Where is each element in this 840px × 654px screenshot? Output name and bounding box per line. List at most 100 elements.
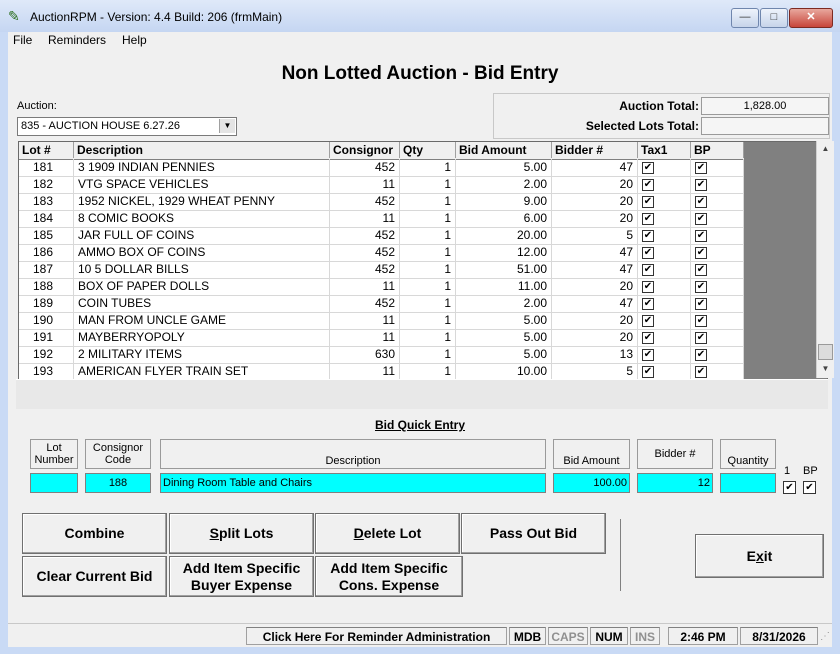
cell-bidder[interactable]: 20 <box>552 210 638 227</box>
cell-qty[interactable]: 1 <box>400 363 456 380</box>
cell-qty[interactable]: 1 <box>400 346 456 363</box>
cell-bid[interactable]: 2.00 <box>456 295 552 312</box>
resize-grip-icon[interactable]: ⋰ <box>820 631 830 642</box>
table-row[interactable]: 181 3 1909 INDIAN PENNIES 452 1 5.00 47 ✔ ✔ <box>19 159 744 177</box>
auction-select[interactable]: 835 - AUCTION HOUSE 6.27.26 ▼ <box>17 117 237 136</box>
cell-bid[interactable]: 5.00 <box>456 159 552 176</box>
consignor-code-field[interactable]: 188 <box>85 473 151 493</box>
bp-checkbox[interactable]: ✔ <box>695 349 707 361</box>
description-field[interactable]: Dining Room Table and Chairs <box>160 473 546 493</box>
col-lot[interactable]: Lot # <box>19 142 74 158</box>
cell-lot[interactable]: 184 <box>19 210 74 227</box>
col-bid-amount[interactable]: Bid Amount <box>456 142 552 158</box>
cell-consignor[interactable]: 452 <box>330 159 400 176</box>
cell-desc[interactable]: 8 COMIC BOOKS <box>74 210 330 227</box>
add-cons-expense-button[interactable]: Add Item Specific Cons. Expense <box>315 556 463 597</box>
bp-checkbox[interactable]: ✔ <box>695 162 707 174</box>
cell-desc[interactable]: AMERICAN FLYER TRAIN SET <box>74 363 330 380</box>
cell-consignor[interactable]: 11 <box>330 312 400 329</box>
bp-checkbox[interactable]: ✔ <box>695 332 707 344</box>
cell-bidder[interactable]: 13 <box>552 346 638 363</box>
cell-bid[interactable]: 5.00 <box>456 312 552 329</box>
cell-bid[interactable]: 11.00 <box>456 278 552 295</box>
menu-help[interactable]: Help <box>122 33 147 47</box>
cell-consignor[interactable]: 11 <box>330 329 400 346</box>
table-row[interactable]: 189 COIN TUBES 452 1 2.00 47 ✔ ✔ <box>19 295 744 313</box>
tax1-checkbox[interactable]: ✔ <box>642 281 654 293</box>
cell-consignor[interactable]: 452 <box>330 295 400 312</box>
cell-desc[interactable]: BOX OF PAPER DOLLS <box>74 278 330 295</box>
grid-vertical-scrollbar[interactable]: ▲ ▼ <box>816 141 834 378</box>
add-buyer-expense-button[interactable]: Add Item Specific Buyer Expense <box>169 556 314 597</box>
tax1-checkbox[interactable]: ✔ <box>642 230 654 242</box>
cell-consignor[interactable]: 452 <box>330 244 400 261</box>
cell-qty[interactable]: 1 <box>400 312 456 329</box>
tax1-checkbox[interactable]: ✔ <box>642 264 654 276</box>
cell-lot[interactable]: 191 <box>19 329 74 346</box>
cell-qty[interactable]: 1 <box>400 193 456 210</box>
tax1-checkbox[interactable]: ✔ <box>642 315 654 327</box>
cell-bidder[interactable]: 20 <box>552 312 638 329</box>
scroll-up-icon[interactable]: ▲ <box>817 141 834 157</box>
lot-number-field[interactable] <box>30 473 78 493</box>
cell-bidder[interactable]: 20 <box>552 193 638 210</box>
table-row[interactable]: 186 AMMO BOX OF COINS 452 1 12.00 47 ✔ ✔ <box>19 244 744 262</box>
cell-bid[interactable]: 2.00 <box>456 176 552 193</box>
bp-checkbox[interactable]: ✔ <box>695 315 707 327</box>
bid-grid[interactable]: Lot # Description Consignor Qty Bid Amou… <box>18 141 828 381</box>
cell-lot[interactable]: 192 <box>19 346 74 363</box>
col-bp[interactable]: BP <box>691 142 744 158</box>
bidder-number-field[interactable]: 12 <box>637 473 713 493</box>
cell-qty[interactable]: 1 <box>400 329 456 346</box>
cell-desc[interactable]: 10 5 DOLLAR BILLS <box>74 261 330 278</box>
table-row[interactable]: 182 VTG SPACE VEHICLES 11 1 2.00 20 ✔ ✔ <box>19 176 744 194</box>
bp-checkbox[interactable]: ✔ <box>695 196 707 208</box>
cell-bidder[interactable]: 20 <box>552 278 638 295</box>
bp-checkbox[interactable]: ✔ <box>695 298 707 310</box>
cell-bidder[interactable]: 5 <box>552 363 638 380</box>
cell-bid[interactable]: 5.00 <box>456 329 552 346</box>
cell-consignor[interactable]: 452 <box>330 261 400 278</box>
close-button[interactable]: ✕ <box>789 8 833 28</box>
col-tax1[interactable]: Tax1 <box>638 142 691 158</box>
cell-desc[interactable]: 1952 NICKEL, 1929 WHEAT PENNY <box>74 193 330 210</box>
bp-checkbox[interactable]: ✔ <box>695 213 707 225</box>
cell-bid[interactable]: 5.00 <box>456 346 552 363</box>
table-row[interactable]: 184 8 COMIC BOOKS 11 1 6.00 20 ✔ ✔ <box>19 210 744 228</box>
cell-bid[interactable]: 20.00 <box>456 227 552 244</box>
col-description[interactable]: Description <box>74 142 330 158</box>
tax1-checkbox[interactable]: ✔ <box>642 213 654 225</box>
cell-desc[interactable]: 2 MILITARY ITEMS <box>74 346 330 363</box>
cell-consignor[interactable]: 11 <box>330 176 400 193</box>
cell-qty[interactable]: 1 <box>400 176 456 193</box>
cell-lot[interactable]: 187 <box>19 261 74 278</box>
scroll-thumb[interactable] <box>818 344 833 360</box>
pass-out-bid-button[interactable]: Pass Out Bid <box>461 513 606 554</box>
bp-checkbox[interactable]: ✔ <box>695 366 707 378</box>
cell-bidder[interactable]: 20 <box>552 329 638 346</box>
tax1-checkbox[interactable]: ✔ <box>783 481 796 494</box>
maximize-button[interactable]: □ <box>760 8 788 28</box>
cell-qty[interactable]: 1 <box>400 159 456 176</box>
exit-button[interactable]: Ex it <box>695 534 824 578</box>
bp-checkbox[interactable]: ✔ <box>803 481 816 494</box>
cell-bidder[interactable]: 20 <box>552 176 638 193</box>
tax1-checkbox[interactable]: ✔ <box>642 247 654 259</box>
cell-bid[interactable]: 9.00 <box>456 193 552 210</box>
table-row[interactable]: 183 1952 NICKEL, 1929 WHEAT PENNY 452 1 9.00… <box>19 193 744 211</box>
table-row[interactable]: 192 2 MILITARY ITEMS 630 1 5.00 13 ✔ ✔ <box>19 346 744 364</box>
cell-lot[interactable]: 182 <box>19 176 74 193</box>
combine-button[interactable]: Combine <box>22 513 167 554</box>
col-consignor[interactable]: Consignor <box>330 142 400 158</box>
tax1-checkbox[interactable]: ✔ <box>642 298 654 310</box>
cell-bid[interactable]: 12.00 <box>456 244 552 261</box>
cell-qty[interactable]: 1 <box>400 244 456 261</box>
cell-desc[interactable]: VTG SPACE VEHICLES <box>74 176 330 193</box>
cell-lot[interactable]: 190 <box>19 312 74 329</box>
cell-lot[interactable]: 188 <box>19 278 74 295</box>
menu-file[interactable]: File <box>13 33 32 47</box>
tax1-checkbox[interactable]: ✔ <box>642 179 654 191</box>
bp-checkbox[interactable]: ✔ <box>695 230 707 242</box>
menu-reminders[interactable]: Reminders <box>48 33 106 47</box>
bp-checkbox[interactable]: ✔ <box>695 264 707 276</box>
